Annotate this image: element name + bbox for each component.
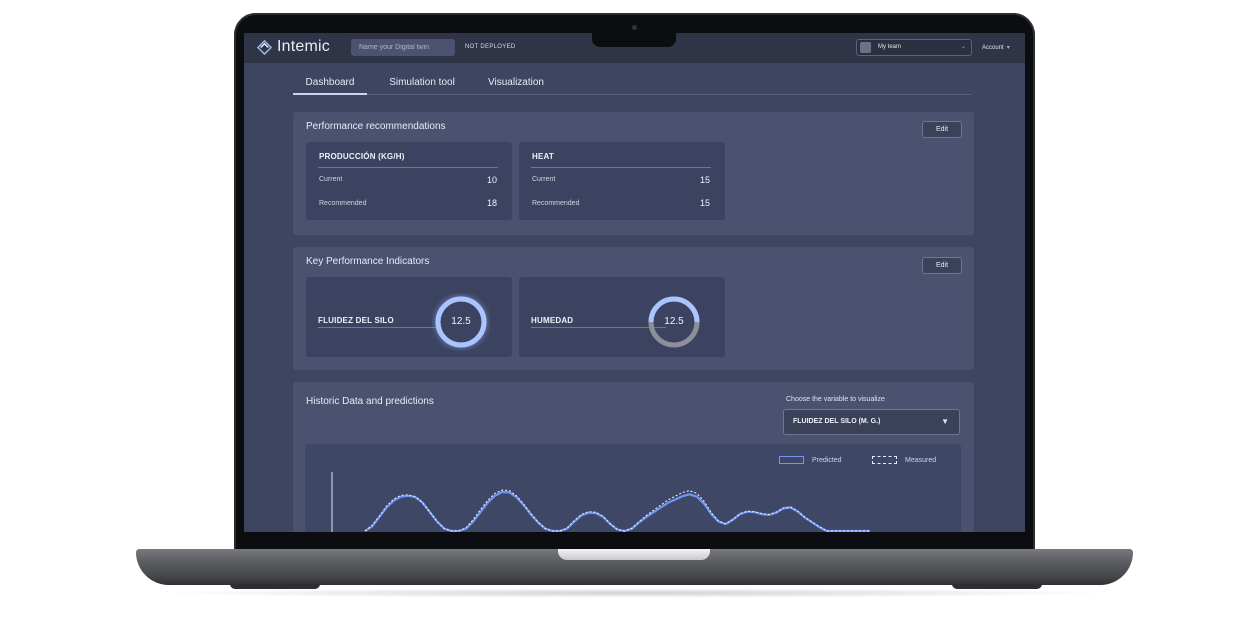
performance-recommendations-panel: Performance recommendations Edit PRODUCC… [293,112,974,235]
team-label: My team [878,44,902,50]
current-label: Current [532,176,556,183]
laptop-shadow [150,588,1120,598]
camera-icon [632,25,637,30]
tab-simulation-tool[interactable]: Simulation tool [383,77,461,93]
account-menu[interactable]: Account ▾ [982,44,1010,51]
laptop-foot-left [230,584,320,589]
tab-dashboard[interactable]: Dashboard [293,77,367,95]
deploy-status: NOT DEPLOYED [465,44,516,50]
kpi-value: 12.5 [451,316,471,327]
kpi-panel: Key Performance Indicators Edit FLUIDEZ … [293,247,974,370]
chevron-down-icon: ⌄ [960,44,966,50]
recommended-label: Recommended [532,200,580,207]
current-value: 10 [486,175,497,185]
historic-data-panel: Historic Data and predictions Choose the… [293,382,974,532]
tab-visualization[interactable]: Visualization [483,77,549,93]
app-name[interactable]: Intemic [277,38,330,56]
kpi-card-humedad: HUMEDAD 12.5 [519,277,725,357]
recommended-label: Recommended [319,200,367,207]
edit-recommendations-button[interactable]: Edit [922,121,962,138]
panel-title: Historic Data and predictions [306,396,434,407]
team-select[interactable]: My team ⌄ [856,39,972,56]
camera-notch [592,28,676,47]
account-label: Account [982,45,1004,51]
main-tabs: Dashboard Simulation tool Visualization [293,77,971,95]
recommendation-card-heat: HEAT Current 15 Recommended 15 [519,142,725,220]
chevron-down-icon: ▾ [1006,45,1010,51]
variable-caption: Choose the variable to visualize [786,396,885,403]
card-divider [531,167,711,168]
team-avatar [860,42,871,53]
laptop-foot-right [952,584,1042,589]
card-title: PRODUCCIÓN (KG/H) [319,152,405,161]
card-title: HEAT [532,152,554,161]
laptop-lip [558,549,710,560]
historic-chart: Predicted Measured [305,444,961,532]
current-value: 15 [699,175,710,185]
card-divider [318,167,498,168]
kpi-value: 12.5 [664,316,684,327]
panel-title: Key Performance Indicators [306,256,430,267]
recommended-value: 15 [699,198,710,208]
kpi-name: HUMEDAD [531,316,574,325]
chart-svg [331,472,870,532]
selected-variable: FLUIDEZ DEL SILO (M. G.) [793,418,881,425]
caret-down-icon: ▼ [941,417,949,426]
edit-kpis-button[interactable]: Edit [922,257,962,274]
kpi-card-fluidez: FLUIDEZ DEL SILO 12.5 [306,277,512,357]
intemic-logo-icon [257,40,272,55]
recommendation-card-produccion: PRODUCCIÓN (KG/H) Current 10 Recommended… [306,142,512,220]
digital-twin-name-input[interactable] [351,39,455,56]
kpi-name: FLUIDEZ DEL SILO [318,316,394,325]
app-screen: Intemic NOT DEPLOYED My team ⌄ Account▾ … [244,33,1025,532]
recommended-value: 18 [486,198,497,208]
current-label: Current [319,176,343,183]
variable-select[interactable]: FLUIDEZ DEL SILO (M. G.) ▼ [783,409,960,435]
panel-title: Performance recommendations [306,121,446,132]
